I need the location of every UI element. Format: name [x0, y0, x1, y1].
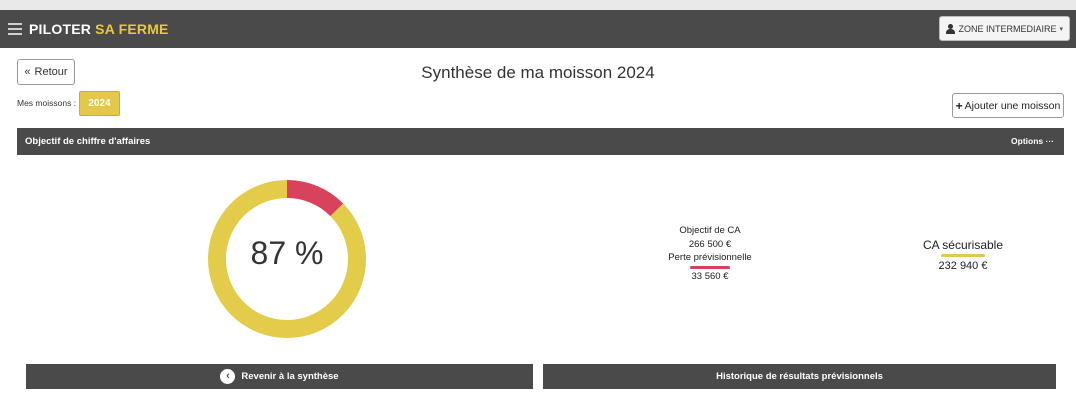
- page-title: Synthèse de ma moisson 2024: [421, 63, 655, 82]
- add-moisson-button[interactable]: + Ajouter une moisson: [952, 93, 1064, 118]
- back-to-summary-button[interactable]: ‹ Revenir à la synthèse: [26, 364, 533, 389]
- loss-value: 33 560 €: [691, 270, 729, 282]
- history-button[interactable]: Historique de résultats prévisionnels: [543, 364, 1056, 389]
- panel-title: Objectif de chiffre d'affaires: [25, 136, 151, 147]
- main-content: « Retour Synthèse de ma moisson 2024 Mes…: [0, 48, 1076, 397]
- history-label: Historique de résultats prévisionnels: [716, 371, 883, 382]
- ca-label: CA sécurisable: [922, 238, 1004, 252]
- panel-header: Objectif de chiffre d'affaires Options ·…: [17, 128, 1064, 155]
- kpi-objective-block: Objectif de CA 266 500 € Perte prévision…: [640, 224, 780, 283]
- add-moisson-label: Ajouter une moisson: [964, 99, 1061, 112]
- moissons-label: Mes moissons :: [17, 98, 77, 108]
- hamburger-menu-icon[interactable]: [8, 23, 22, 35]
- back-to-summary-label: Revenir à la synthèse: [241, 371, 339, 382]
- brand-main-text: PILOTER: [29, 21, 92, 37]
- top-navbar: PILOTER SA FERME ZONE INTERMEDIAIRE ▾: [0, 10, 1076, 48]
- ca-underline: [941, 254, 985, 257]
- donut-percent: 87 %: [250, 235, 324, 271]
- ca-value: 232 940 €: [938, 260, 988, 272]
- kpi-ca-block: CA sécurisable 232 940 €: [903, 238, 1023, 272]
- year-chip-2024[interactable]: 2024: [79, 91, 120, 116]
- loss-label: Perte prévisionnelle: [668, 252, 752, 263]
- objective-value: 266 500 €: [688, 238, 732, 250]
- user-icon: [946, 23, 956, 34]
- zone-label: ZONE INTERMEDIAIRE: [958, 23, 1057, 34]
- chevron-left-circle-icon: ‹: [220, 369, 236, 384]
- objective-label: Objectif de CA: [679, 225, 741, 236]
- loss-underline: [690, 265, 730, 269]
- plus-icon: +: [955, 98, 963, 113]
- panel-options-button[interactable]: Options ···: [1011, 136, 1054, 146]
- zone-dropdown-button[interactable]: ZONE INTERMEDIAIRE ▾: [939, 16, 1070, 41]
- caret-down-icon: ▾: [1059, 25, 1063, 33]
- brand-logo[interactable]: PILOTER SA FERME: [29, 21, 169, 37]
- brand-accent-text: SA FERME: [95, 21, 169, 37]
